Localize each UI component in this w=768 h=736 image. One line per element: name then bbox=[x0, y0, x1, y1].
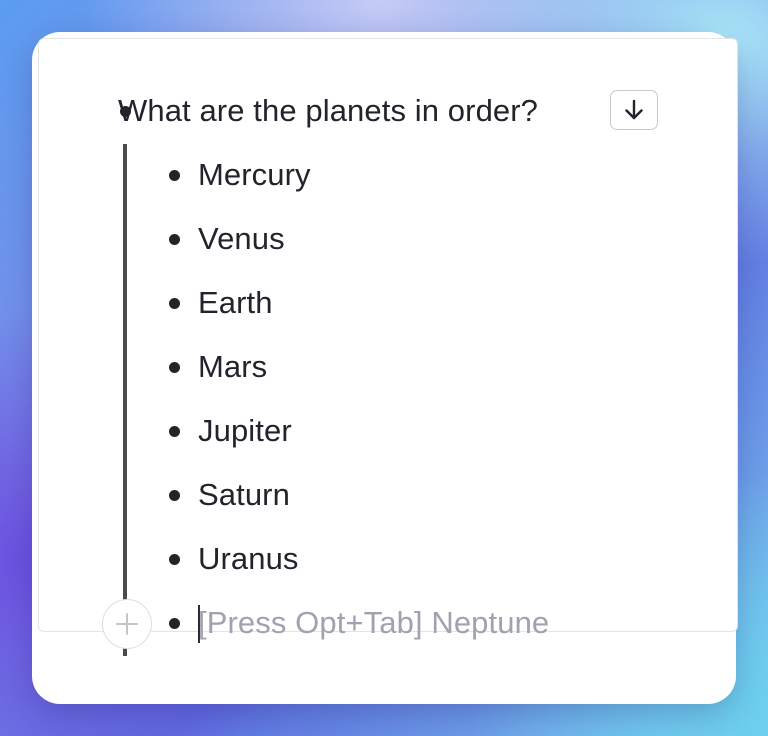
thread-line bbox=[123, 144, 127, 656]
list-item-venus[interactable]: Venus bbox=[198, 219, 285, 259]
new-item-input[interactable]: [Press Opt+Tab] Neptune bbox=[198, 603, 549, 643]
text-caret bbox=[198, 605, 200, 643]
list-item-jupiter[interactable]: Jupiter bbox=[198, 411, 292, 451]
item-bullet bbox=[169, 234, 180, 245]
list-item-saturn[interactable]: Saturn bbox=[198, 475, 290, 515]
item-bullet bbox=[169, 170, 180, 181]
item-bullet bbox=[169, 298, 180, 309]
question-text[interactable]: What are the planets in order? bbox=[118, 91, 538, 131]
list-item-mars[interactable]: Mars bbox=[198, 347, 267, 387]
expand-down-button[interactable] bbox=[610, 90, 658, 130]
item-bullet bbox=[169, 490, 180, 501]
arrow-down-icon bbox=[625, 99, 643, 120]
item-bullet bbox=[169, 426, 180, 437]
item-bullet bbox=[169, 362, 180, 373]
add-item-button[interactable] bbox=[102, 599, 152, 649]
list-item-mercury[interactable]: Mercury bbox=[198, 155, 311, 195]
item-bullet bbox=[169, 554, 180, 565]
input-bullet bbox=[169, 618, 180, 629]
list-item-uranus[interactable]: Uranus bbox=[198, 539, 299, 579]
plus-icon bbox=[116, 613, 138, 635]
list-item-earth[interactable]: Earth bbox=[198, 283, 273, 323]
